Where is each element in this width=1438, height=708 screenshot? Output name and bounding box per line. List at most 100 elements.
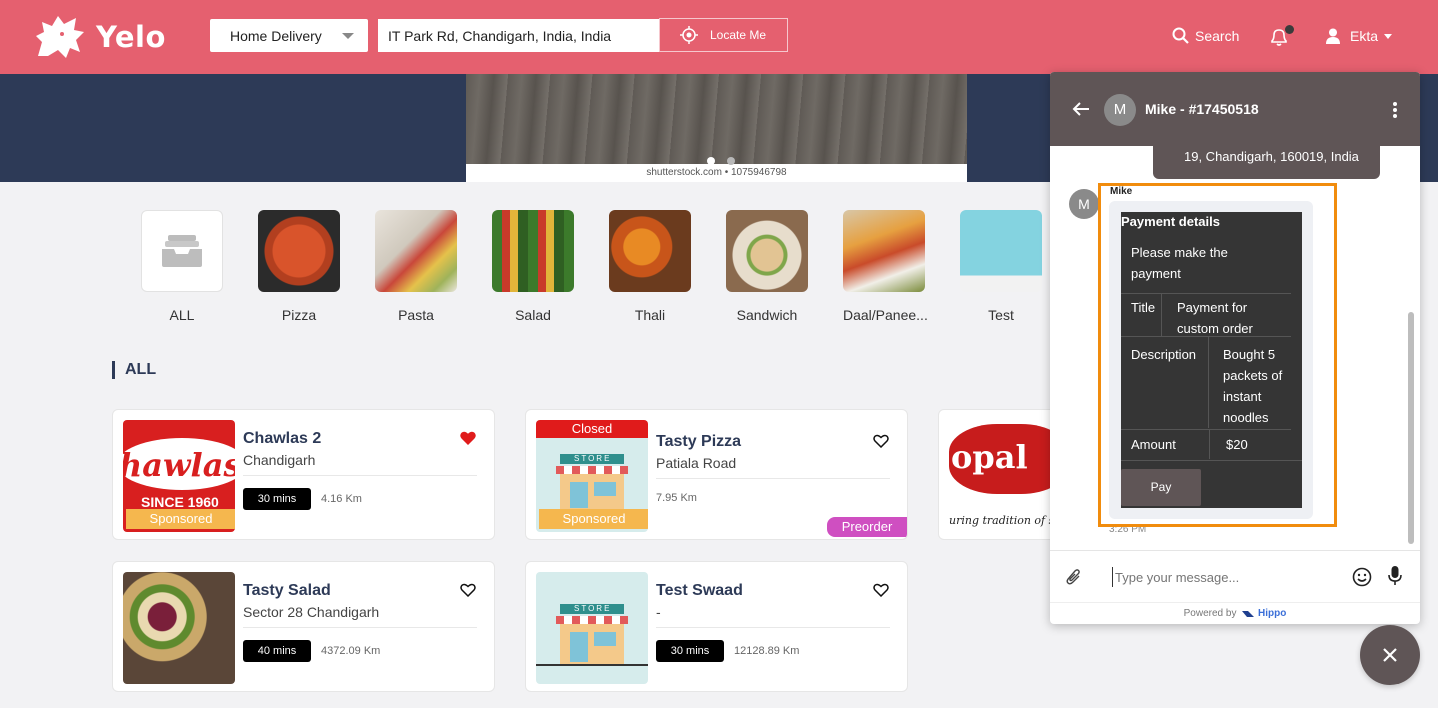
chevron-down-icon xyxy=(1384,33,1393,39)
message-composer xyxy=(1050,550,1420,602)
store-sign-text: STORE xyxy=(574,604,612,613)
logo-text: opal xyxy=(951,438,1028,476)
chevron-down-icon xyxy=(342,33,354,39)
search-icon xyxy=(1172,27,1189,44)
category-pasta[interactable]: Pasta xyxy=(375,210,457,323)
sponsored-badge: Sponsored xyxy=(539,509,648,529)
logo-subtext: SINCE 1960 xyxy=(141,494,219,510)
locate-me-button[interactable]: Locate Me xyxy=(659,18,788,52)
preorder-tag: Preorder xyxy=(827,517,907,537)
restaurant-name: Tasty Pizza xyxy=(656,433,742,450)
category-label: Pizza xyxy=(281,307,317,323)
restaurant-area: Patiala Road xyxy=(656,455,737,471)
sandwich-image xyxy=(726,210,808,292)
close-chat-button[interactable] xyxy=(1360,625,1420,685)
daal-image xyxy=(843,210,925,292)
restaurant-card[interactable]: STORE Closed Sponsored Tasty Pizza Patia… xyxy=(525,409,908,540)
category-all[interactable]: ALL xyxy=(141,210,223,323)
distance: 7.95 Km xyxy=(656,492,697,504)
address-message-bubble: 19, Chandigarh, 160019, India xyxy=(1153,145,1380,179)
category-label: Test xyxy=(988,307,1014,323)
chat-scrollbar-thumb[interactable] xyxy=(1408,312,1414,544)
delivery-time: 40 mins xyxy=(243,640,311,662)
category-label: Pasta xyxy=(398,307,434,323)
avatar: M xyxy=(1069,189,1099,219)
category-thali[interactable]: Thali xyxy=(609,210,691,323)
distance: 4.16 Km xyxy=(321,493,362,505)
heart-filled-icon[interactable] xyxy=(460,431,476,445)
heart-outline-icon[interactable] xyxy=(873,434,889,448)
category-label: Thali xyxy=(634,307,666,323)
restaurant-name: Tasty Salad xyxy=(243,582,331,599)
search-button[interactable]: Search xyxy=(1172,27,1239,44)
notification-badge xyxy=(1285,25,1294,34)
powered-by-label: Powered by xyxy=(1183,608,1237,619)
category-test[interactable]: Test xyxy=(960,210,1042,323)
category-salad[interactable]: Salad xyxy=(492,210,574,323)
locate-me-label: Locate Me xyxy=(710,28,767,42)
inbox-icon xyxy=(162,235,202,267)
carousel-dot-2[interactable] xyxy=(727,157,735,165)
restaurant-card[interactable]: opal uring tradition of s xyxy=(938,409,1068,540)
restaurant-card[interactable]: STORE Test Swaad - 30 mins 12128.89 Km xyxy=(525,561,908,692)
banner-image xyxy=(466,74,967,164)
chat-header: M Mike - #17450518 xyxy=(1050,72,1420,146)
restaurant-name: Test Swaad xyxy=(656,582,743,599)
closed-badge: Closed xyxy=(536,420,648,438)
brand-logo[interactable]: Yelo xyxy=(32,12,166,62)
top-header: Yelo Home Delivery Locate Me Search xyxy=(0,0,1438,74)
store-sign-text: STORE xyxy=(574,454,612,463)
search-label: Search xyxy=(1195,27,1240,44)
restaurant-logo: hawlas SINCE 1960 Sponsored xyxy=(123,420,235,532)
pizza-image xyxy=(258,210,340,292)
heart-outline-icon[interactable] xyxy=(460,583,476,597)
distance: 4372.09 Km xyxy=(321,645,381,657)
pasta-image xyxy=(375,210,457,292)
restaurant-area: - xyxy=(656,604,661,620)
restaurant-name: Chawlas 2 xyxy=(243,430,322,447)
payment-highlight-box xyxy=(1098,183,1337,527)
divider xyxy=(656,478,890,479)
logo-tagline: uring tradition of s xyxy=(949,514,1055,527)
message-input[interactable] xyxy=(1112,567,1332,587)
delivery-mode-select[interactable]: Home Delivery xyxy=(210,19,368,52)
restaurant-card[interactable]: Tasty Salad Sector 28 Chandigarh 40 mins… xyxy=(112,561,495,692)
close-icon xyxy=(1383,648,1397,662)
salad-image xyxy=(492,210,574,292)
divider xyxy=(656,627,890,628)
test-image xyxy=(960,210,1042,292)
divider xyxy=(243,627,477,628)
restaurant-area: Chandigarh xyxy=(243,452,316,468)
category-sandwich[interactable]: Sandwich xyxy=(726,210,808,323)
more-vertical-icon[interactable] xyxy=(1392,101,1398,119)
emoji-icon[interactable] xyxy=(1352,567,1372,587)
logo-text: hawlas xyxy=(123,446,235,484)
brand-name: Yelo xyxy=(96,20,166,54)
paperclip-icon[interactable] xyxy=(1066,568,1082,586)
lion-logo-icon xyxy=(36,16,84,58)
heart-outline-icon[interactable] xyxy=(873,583,889,597)
category-daal-paneer[interactable]: Daal/Panee... xyxy=(843,210,928,323)
divider xyxy=(243,475,477,476)
restaurant-card[interactable]: hawlas SINCE 1960 Sponsored Chawlas 2 Ch… xyxy=(112,409,495,540)
powered-by-brand: Hippo xyxy=(1258,608,1287,619)
distance: 12128.89 Km xyxy=(734,645,800,657)
carousel-dot-1[interactable] xyxy=(707,157,715,165)
category-pizza[interactable]: Pizza xyxy=(258,210,340,323)
powered-by-footer: Powered by Hippo xyxy=(1050,602,1420,624)
hippo-logo-icon xyxy=(1242,611,1255,618)
back-arrow-icon[interactable] xyxy=(1072,101,1090,117)
category-label: Sandwich xyxy=(736,307,798,323)
sponsored-badge: Sponsored xyxy=(126,509,235,529)
user-menu[interactable]: Ekta xyxy=(1326,28,1393,44)
microphone-icon[interactable] xyxy=(1388,565,1402,587)
delivery-mode-value: Home Delivery xyxy=(230,28,322,44)
chat-title: Mike - #17450518 xyxy=(1145,101,1259,117)
thali-image xyxy=(609,210,691,292)
user-icon xyxy=(1326,28,1340,44)
delivery-time: 30 mins xyxy=(243,488,311,510)
crosshair-icon xyxy=(680,26,698,44)
store-illustration: STORE xyxy=(536,572,648,684)
restaurant-area: Sector 28 Chandigarh xyxy=(243,604,380,620)
address-input[interactable] xyxy=(378,19,659,52)
